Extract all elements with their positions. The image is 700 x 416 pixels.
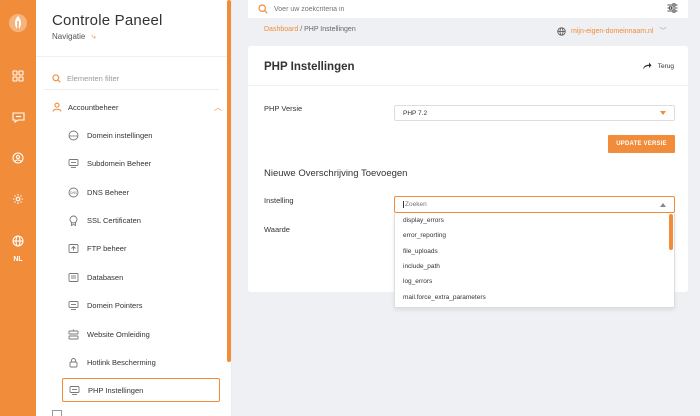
sidebar-item-databasen[interactable]: Databasen (62, 265, 220, 289)
next-item-icon (52, 410, 62, 416)
php-version-label: PHP Versie (264, 104, 303, 113)
setting-option[interactable]: error_reporting (395, 228, 674, 243)
breadcrumb-home[interactable]: Dashboard (264, 26, 298, 33)
sidebar-item-label: Databasen (87, 272, 124, 282)
back-button[interactable]: Terug (642, 62, 674, 70)
svg-text:DNS: DNS (70, 191, 77, 195)
share-arrow-icon (642, 62, 652, 70)
sidebar-item-label: Domein instellingen (87, 130, 153, 140)
ftp-icon (68, 243, 79, 253)
language-label[interactable]: NL (0, 256, 36, 263)
globe-icon[interactable] (8, 231, 28, 251)
certificate-icon (69, 215, 78, 226)
pin-icon[interactable]: ⤷ (91, 32, 95, 41)
sidebar-item-dns-beheer[interactable]: DNS DNS Beheer (62, 180, 220, 204)
php-icon (69, 385, 80, 395)
subdomain-icon (68, 158, 79, 168)
sidebar-item-label: Hotlink Bescherming (87, 357, 156, 367)
value-label: Waarde (264, 225, 290, 234)
breadcrumb-current: PHP Instellingen (304, 26, 356, 33)
dns-icon: DNS (68, 187, 79, 197)
sidebar-item-label: FTP beheer (87, 243, 127, 253)
database-icon (68, 272, 79, 282)
divider (36, 56, 231, 57)
sidebar-item-label: SSL Certificaten (87, 215, 141, 225)
setting-option[interactable]: include_path (395, 259, 674, 274)
php-version-select[interactable]: PHP 7.2 (394, 105, 675, 121)
caret-down-icon (660, 111, 666, 115)
gear-icon[interactable] (8, 189, 28, 209)
page-title: PHP Instellingen (264, 61, 355, 73)
setting-search-input[interactable] (403, 201, 660, 208)
domain-name: mijn-eigen-domeinnaam.nl (571, 27, 654, 35)
update-version-button[interactable]: UPDATE VERSIE (608, 135, 675, 153)
filter-placeholder[interactable]: Elementen filter (67, 74, 119, 83)
sidebar-item-label: Website Omleiding (87, 329, 150, 339)
dropdown-scrollbar[interactable] (669, 214, 673, 250)
setting-combobox[interactable] (394, 196, 675, 213)
chevron-down-icon: ﹀ (659, 28, 667, 35)
apps-grid-icon[interactable] (8, 66, 28, 86)
user-circle-icon[interactable] (8, 148, 28, 168)
setting-option[interactable]: mail.force_extra_parameters (395, 289, 674, 304)
sidebar-item-ftp-beheer[interactable]: FTP beheer (62, 236, 220, 260)
sidebar-item-subdomein-beheer[interactable]: Subdomein Beheer (62, 151, 220, 175)
sidebar-item-label: Subdomein Beheer (87, 158, 152, 168)
svg-text:www: www (69, 134, 78, 138)
sidebar-group-label: Accountbeheer (68, 102, 119, 112)
app-rail: NL (0, 0, 36, 416)
search-icon (52, 73, 61, 83)
divider (248, 85, 688, 86)
divider (44, 89, 219, 90)
user-icon (52, 102, 62, 112)
sidebar-item-ssl-certificaten[interactable]: SSL Certificaten (62, 208, 220, 232)
sidebar: Controle Paneel Navigatie ⤷ Elementen fil… (36, 0, 232, 416)
php-version-value: PHP 7.2 (403, 109, 428, 117)
sidebar-item-php-instellingen[interactable]: PHP Instellingen (62, 378, 220, 402)
sliders-icon[interactable] (667, 0, 678, 18)
sidebar-title: Controle Paneel (52, 12, 163, 29)
sidebar-scrollbar[interactable] (227, 0, 231, 362)
setting-options-list: display_errors error_reporting file_uplo… (394, 213, 675, 308)
back-label: Terug (657, 62, 674, 70)
domain-selector[interactable]: mijn-eigen-domeinnaam.nl ﹀ (557, 26, 667, 36)
globe-icon (557, 26, 566, 36)
redirect-icon (68, 329, 79, 339)
sidebar-item-website-omleiding[interactable]: Website Omleiding (62, 322, 220, 346)
domain-settings-icon: www (68, 130, 79, 140)
sidebar-item-label: PHP Instellingen (88, 385, 144, 395)
sidebar-item-label: DNS Beheer (87, 187, 130, 197)
setting-label: Instelling (264, 196, 294, 205)
logo-icon (8, 13, 28, 33)
global-search-bar (248, 0, 688, 18)
sidebar-group-accountbeheer[interactable]: Accountbeheer ︿ (52, 100, 222, 114)
pointer-icon (68, 300, 79, 310)
sidebar-item-domein-instellingen[interactable]: www Domein instellingen (62, 123, 220, 147)
breadcrumb: Dashboard / PHP Instellingen (264, 26, 356, 33)
chevron-up-icon: ︿ (214, 102, 222, 112)
caret-up-icon (660, 202, 666, 207)
setting-option[interactable]: display_errors (395, 213, 674, 228)
sidebar-item-label: Domein Pointers (87, 300, 143, 310)
search-icon (258, 4, 268, 14)
navigation-label: Navigatie (52, 32, 86, 41)
setting-option[interactable]: log_errors (395, 274, 674, 289)
sidebar-subtitle: Navigatie ⤷ (52, 32, 96, 42)
section-title: Nieuwe Overschrijving Toevoegen (264, 168, 408, 179)
setting-option[interactable]: file_uploads (395, 244, 674, 259)
sidebar-item-hotlink-bescherming[interactable]: Hotlink Bescherming (62, 350, 220, 374)
lock-icon (69, 357, 78, 367)
sidebar-item-domein-pointers[interactable]: Domein Pointers (62, 293, 220, 317)
chat-icon[interactable] (8, 107, 28, 127)
search-input[interactable] (274, 5, 667, 13)
element-filter[interactable]: Elementen filter (52, 71, 228, 85)
